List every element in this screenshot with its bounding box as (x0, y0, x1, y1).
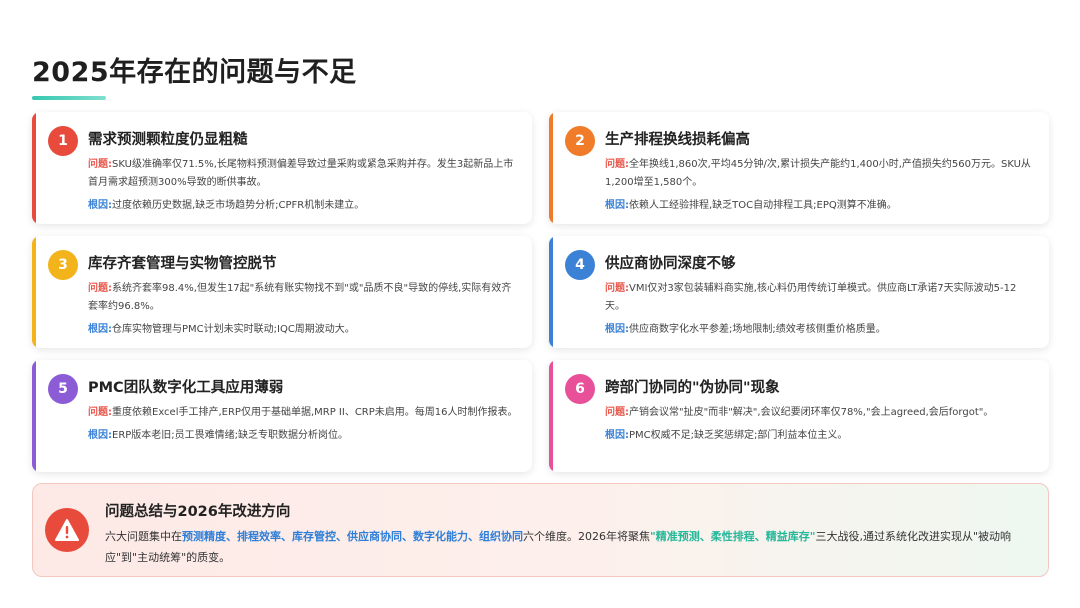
problem-label: 问题: (605, 283, 629, 294)
problem-value: 全年换线1,860次,平均45分钟/次,累计损失产能约1,400小时,产值损失约… (605, 159, 1031, 188)
problem-text: 问题:SKU级准确率仅71.5%,长尾物料预测偏差导致过量采购或紧急采购并存。发… (88, 156, 518, 192)
cause-text: 根因:ERP版本老旧;员工畏难情绪;缺乏专职数据分析岗位。 (88, 427, 518, 445)
cause-text: 根因:供应商数字化水平参差;场地限制;绩效考核侧重价格质量。 (605, 321, 1035, 339)
cause-label: 根因: (88, 324, 112, 335)
number-badge: 5 (48, 374, 78, 404)
number-badge: 1 (48, 126, 78, 156)
problem-value: 重度依赖Excel手工排产,ERP仅用于基础单据,MRP II、CRP未启用。每… (112, 407, 518, 418)
card-accent-bar (549, 360, 553, 472)
problem-value: VMI仅对3家包装辅料商实施,核心料仍用传统订单模式。供应商LT承诺7天实际波动… (605, 283, 1017, 312)
issue-card-4: 4 供应商协同深度不够 问题:VMI仅对3家包装辅料商实施,核心料仍用传统订单模… (549, 236, 1049, 348)
card-accent-bar (32, 236, 36, 348)
problem-text: 问题:VMI仅对3家包装辅料商实施,核心料仍用传统订单模式。供应商LT承诺7天实… (605, 280, 1035, 316)
card-title: 供应商协同深度不够 (605, 256, 736, 272)
cause-value: 仓库实物管理与PMC计划未实时联动;IQC周期波动大。 (112, 324, 355, 335)
issue-card-3: 3 库存齐套管理与实物管控脱节 问题:系统齐套率98.4%,但发生17起"系统有… (32, 236, 532, 348)
card-accent-bar (32, 360, 36, 472)
warning-icon (45, 508, 89, 552)
cause-text: 根因:依赖人工经验排程,缺乏TOC自动排程工具;EPQ测算不准确。 (605, 197, 1035, 215)
cause-value: ERP版本老旧;员工畏难情绪;缺乏专职数据分析岗位。 (112, 430, 349, 441)
card-accent-bar (549, 112, 553, 224)
issue-grid: 1 需求预测颗粒度仍显粗糙 问题:SKU级准确率仅71.5%,长尾物料预测偏差导… (32, 112, 1049, 472)
cause-value: 过度依赖历史数据,缺乏市场趋势分析;CPFR机制未建立。 (112, 200, 365, 211)
cause-value: PMC权威不足;缺乏奖惩绑定;部门利益本位主义。 (629, 430, 848, 441)
problem-text: 问题:重度依赖Excel手工排产,ERP仅用于基础单据,MRP II、CRP未启… (88, 404, 518, 422)
problem-value: 系统齐套率98.4%,但发生17起"系统有账实物找不到"或"品质不良"导致的停线… (88, 283, 512, 312)
cause-label: 根因: (605, 324, 629, 335)
card-title: PMC团队数字化工具应用薄弱 (88, 380, 284, 396)
problem-value: 产销会议常"扯皮"而非"解决",会议纪要闭环率仅78%,"会上agreed,会后… (629, 407, 994, 418)
card-title: 库存齐套管理与实物管控脱节 (88, 256, 277, 272)
problem-label: 问题: (605, 159, 629, 170)
problem-text: 问题:系统齐套率98.4%,但发生17起"系统有账实物找不到"或"品质不良"导致… (88, 280, 518, 316)
problem-label: 问题: (88, 407, 112, 418)
cause-label: 根因: (88, 200, 112, 211)
cause-value: 供应商数字化水平参差;场地限制;绩效考核侧重价格质量。 (629, 324, 886, 335)
summary-text-part: 六个维度。2026年将聚焦 (523, 530, 650, 543)
issue-card-6: 6 跨部门协同的"伪协同"现象 问题:产销会议常"扯皮"而非"解决",会议纪要闭… (549, 360, 1049, 472)
summary-text: 六大问题集中在预测精度、排程效率、库存管控、供应商协同、数字化能力、组织协同六个… (105, 526, 1032, 568)
problem-value: SKU级准确率仅71.5%,长尾物料预测偏差导致过量采购或紧急采购并存。发生3起… (88, 159, 514, 188)
card-title: 需求预测颗粒度仍显粗糙 (88, 132, 248, 148)
card-accent-bar (32, 112, 36, 224)
title-underline (32, 96, 106, 100)
number-badge: 4 (565, 250, 595, 280)
problem-text: 问题:产销会议常"扯皮"而非"解决",会议纪要闭环率仅78%,"会上agreed… (605, 404, 1035, 422)
issue-card-5: 5 PMC团队数字化工具应用薄弱 问题:重度依赖Excel手工排产,ERP仅用于… (32, 360, 532, 472)
page-title: 2025年存在的问题与不足 (32, 57, 357, 88)
cause-text: 根因:仓库实物管理与PMC计划未实时联动;IQC周期波动大。 (88, 321, 518, 339)
cause-text: 根因:过度依赖历史数据,缺乏市场趋势分析;CPFR机制未建立。 (88, 197, 518, 215)
problem-label: 问题: (605, 407, 629, 418)
problem-text: 问题:全年换线1,860次,平均45分钟/次,累计损失产能约1,400小时,产值… (605, 156, 1035, 192)
cause-text: 根因:PMC权威不足;缺乏奖惩绑定;部门利益本位主义。 (605, 427, 1035, 445)
highlight-dimensions: 预测精度、排程效率、库存管控、供应商协同、数字化能力、组织协同 (182, 530, 523, 543)
card-accent-bar (549, 236, 553, 348)
number-badge: 2 (565, 126, 595, 156)
problem-label: 问题: (88, 283, 112, 294)
cause-label: 根因: (605, 200, 629, 211)
card-title: 跨部门协同的"伪协同"现象 (605, 380, 780, 396)
cause-label: 根因: (88, 430, 112, 441)
summary-panel: 问题总结与2026年改进方向 六大问题集中在预测精度、排程效率、库存管控、供应商… (32, 483, 1049, 577)
summary-text-part: 六大问题集中在 (105, 530, 182, 543)
issue-card-1: 1 需求预测颗粒度仍显粗糙 问题:SKU级准确率仅71.5%,长尾物料预测偏差导… (32, 112, 532, 224)
summary-title: 问题总结与2026年改进方向 (105, 504, 291, 520)
number-badge: 3 (48, 250, 78, 280)
card-title: 生产排程换线损耗偏高 (605, 132, 750, 148)
highlight-campaigns: "精准预测、柔性排程、精益库存" (650, 530, 816, 543)
cause-value: 依赖人工经验排程,缺乏TOC自动排程工具;EPQ测算不准确。 (629, 200, 897, 211)
problem-label: 问题: (88, 159, 112, 170)
issue-card-2: 2 生产排程换线损耗偏高 问题:全年换线1,860次,平均45分钟/次,累计损失… (549, 112, 1049, 224)
warning-triangle-svg (55, 519, 79, 541)
cause-label: 根因: (605, 430, 629, 441)
number-badge: 6 (565, 374, 595, 404)
